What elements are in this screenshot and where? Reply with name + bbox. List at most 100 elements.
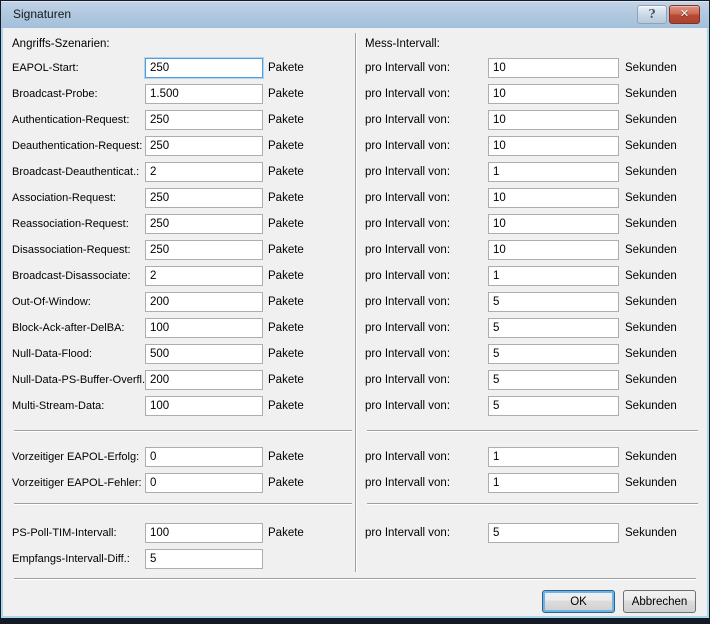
seconds-unit-label: Sekunden bbox=[625, 55, 677, 81]
packet-unit-label: Pakete bbox=[268, 289, 304, 315]
interval-seconds-input[interactable] bbox=[488, 344, 619, 364]
packet-unit-label: Pakete bbox=[268, 107, 304, 133]
group-separator bbox=[1, 419, 709, 444]
interval-seconds-input[interactable] bbox=[488, 136, 619, 156]
interval-seconds-input[interactable] bbox=[488, 162, 619, 182]
signature-row: Broadcast-Disassociate: Pakete pro Inter… bbox=[1, 263, 709, 289]
signature-row: Vorzeitiger EAPOL-Erfolg: Pakete pro Int… bbox=[1, 444, 709, 470]
scenario-label: Broadcast-Deauthenticat.: bbox=[12, 159, 139, 185]
interval-label: pro Intervall von: bbox=[365, 367, 450, 393]
signature-row: Broadcast-Deauthenticat.: Pakete pro Int… bbox=[1, 159, 709, 185]
interval-seconds-input[interactable] bbox=[488, 188, 619, 208]
interval-seconds-input[interactable] bbox=[488, 84, 619, 104]
scenario-label: PS-Poll-TIM-Intervall: bbox=[12, 520, 117, 546]
scenario-label: Null-Data-Flood: bbox=[12, 341, 92, 367]
packet-unit-label: Pakete bbox=[268, 393, 304, 419]
signature-row: Null-Data-PS-Buffer-Overfl.: Pakete pro … bbox=[1, 367, 709, 393]
group-separator-left bbox=[14, 430, 352, 432]
packet-count-input[interactable] bbox=[145, 344, 263, 364]
packet-count-input[interactable] bbox=[145, 473, 263, 493]
window-border-left bbox=[1, 28, 3, 618]
interval-label: pro Intervall von: bbox=[365, 263, 450, 289]
titlebar[interactable]: Signaturen ? ✕ bbox=[1, 1, 709, 28]
interval-seconds-input[interactable] bbox=[488, 240, 619, 260]
seconds-unit-label: Sekunden bbox=[625, 263, 677, 289]
scenario-label: Disassociation-Request: bbox=[12, 237, 131, 263]
packet-unit-label: Pakete bbox=[268, 81, 304, 107]
signature-row: Authentication-Request: Pakete pro Inter… bbox=[1, 107, 709, 133]
packet-count-input[interactable] bbox=[145, 447, 263, 467]
seconds-unit-label: Sekunden bbox=[625, 444, 677, 470]
packet-count-input[interactable] bbox=[145, 370, 263, 390]
packet-count-input[interactable] bbox=[145, 110, 263, 130]
ok-button[interactable]: OK bbox=[542, 590, 615, 613]
interval-label: pro Intervall von: bbox=[365, 393, 450, 419]
scenario-label: Broadcast-Disassociate: bbox=[12, 263, 131, 289]
packet-count-input[interactable] bbox=[145, 396, 263, 416]
seconds-unit-label: Sekunden bbox=[625, 133, 677, 159]
seconds-unit-label: Sekunden bbox=[625, 289, 677, 315]
seconds-unit-label: Sekunden bbox=[625, 81, 677, 107]
help-button[interactable]: ? bbox=[637, 5, 667, 24]
packet-count-input[interactable] bbox=[145, 318, 263, 338]
packet-count-input[interactable] bbox=[145, 266, 263, 286]
signature-row: Null-Data-Flood: Pakete pro Intervall vo… bbox=[1, 341, 709, 367]
scenario-label: Vorzeitiger EAPOL-Erfolg: bbox=[12, 444, 139, 470]
group-separator bbox=[1, 496, 709, 520]
seconds-unit-label: Sekunden bbox=[625, 237, 677, 263]
interval-seconds-input[interactable] bbox=[488, 473, 619, 493]
packet-count-input[interactable] bbox=[145, 523, 263, 543]
seconds-unit-label: Sekunden bbox=[625, 159, 677, 185]
seconds-unit-label: Sekunden bbox=[625, 211, 677, 237]
interval-label: pro Intervall von: bbox=[365, 55, 450, 81]
packet-unit-label: Pakete bbox=[268, 520, 304, 546]
scenario-label: Deauthentication-Request: bbox=[12, 133, 142, 159]
group-separator-left bbox=[14, 503, 352, 505]
interval-seconds-input[interactable] bbox=[488, 523, 619, 543]
packet-count-input[interactable] bbox=[145, 214, 263, 234]
seconds-unit-label: Sekunden bbox=[625, 367, 677, 393]
packet-count-input[interactable] bbox=[145, 292, 263, 312]
signature-row: Broadcast-Probe: Pakete pro Intervall vo… bbox=[1, 81, 709, 107]
interval-seconds-input[interactable] bbox=[488, 318, 619, 338]
scenario-label: Vorzeitiger EAPOL-Fehler: bbox=[12, 470, 142, 496]
signature-row: Multi-Stream-Data: Pakete pro Intervall … bbox=[1, 393, 709, 419]
interval-seconds-input[interactable] bbox=[488, 292, 619, 312]
signature-row: PS-Poll-TIM-Intervall: Pakete pro Interv… bbox=[1, 520, 709, 546]
packet-unit-label: Pakete bbox=[268, 444, 304, 470]
interval-label: pro Intervall von: bbox=[365, 81, 450, 107]
interval-seconds-input[interactable] bbox=[488, 58, 619, 78]
scenario-label: Authentication-Request: bbox=[12, 107, 129, 133]
packet-count-input[interactable] bbox=[145, 188, 263, 208]
signature-row: Empfangs-Intervall-Diff.: bbox=[1, 546, 709, 572]
packet-unit-label: Pakete bbox=[268, 211, 304, 237]
group-separator-right bbox=[367, 430, 698, 432]
interval-seconds-input[interactable] bbox=[488, 110, 619, 130]
seconds-unit-label: Sekunden bbox=[625, 341, 677, 367]
close-button[interactable]: ✕ bbox=[669, 5, 700, 24]
packet-count-input[interactable] bbox=[145, 240, 263, 260]
packet-count-input[interactable] bbox=[145, 549, 263, 569]
packet-count-input[interactable] bbox=[145, 58, 263, 78]
interval-seconds-input[interactable] bbox=[488, 214, 619, 234]
rows: EAPOL-Start: Pakete pro Intervall von: S… bbox=[1, 55, 709, 572]
packet-count-input[interactable] bbox=[145, 162, 263, 182]
signatures-dialog-window: Signaturen ? ✕ Angriffs-Szenarien: Mess-… bbox=[0, 0, 710, 624]
window-border-bottom bbox=[1, 616, 709, 618]
interval-seconds-input[interactable] bbox=[488, 370, 619, 390]
packet-count-input[interactable] bbox=[145, 136, 263, 156]
interval-seconds-input[interactable] bbox=[488, 266, 619, 286]
scenario-label: EAPOL-Start: bbox=[12, 55, 79, 81]
interval-label: pro Intervall von: bbox=[365, 133, 450, 159]
group-separator-right bbox=[367, 503, 698, 505]
interval-label: pro Intervall von: bbox=[365, 470, 450, 496]
interval-seconds-input[interactable] bbox=[488, 396, 619, 416]
packet-unit-label: Pakete bbox=[268, 185, 304, 211]
cancel-button[interactable]: Abbrechen bbox=[623, 590, 696, 613]
packet-unit-label: Pakete bbox=[268, 55, 304, 81]
window-border-right bbox=[707, 28, 709, 618]
close-icon: ✕ bbox=[680, 8, 689, 20]
interval-seconds-input[interactable] bbox=[488, 447, 619, 467]
packet-count-input[interactable] bbox=[145, 84, 263, 104]
dialog-body: Angriffs-Szenarien: Mess-Intervall: EAPO… bbox=[1, 28, 709, 618]
